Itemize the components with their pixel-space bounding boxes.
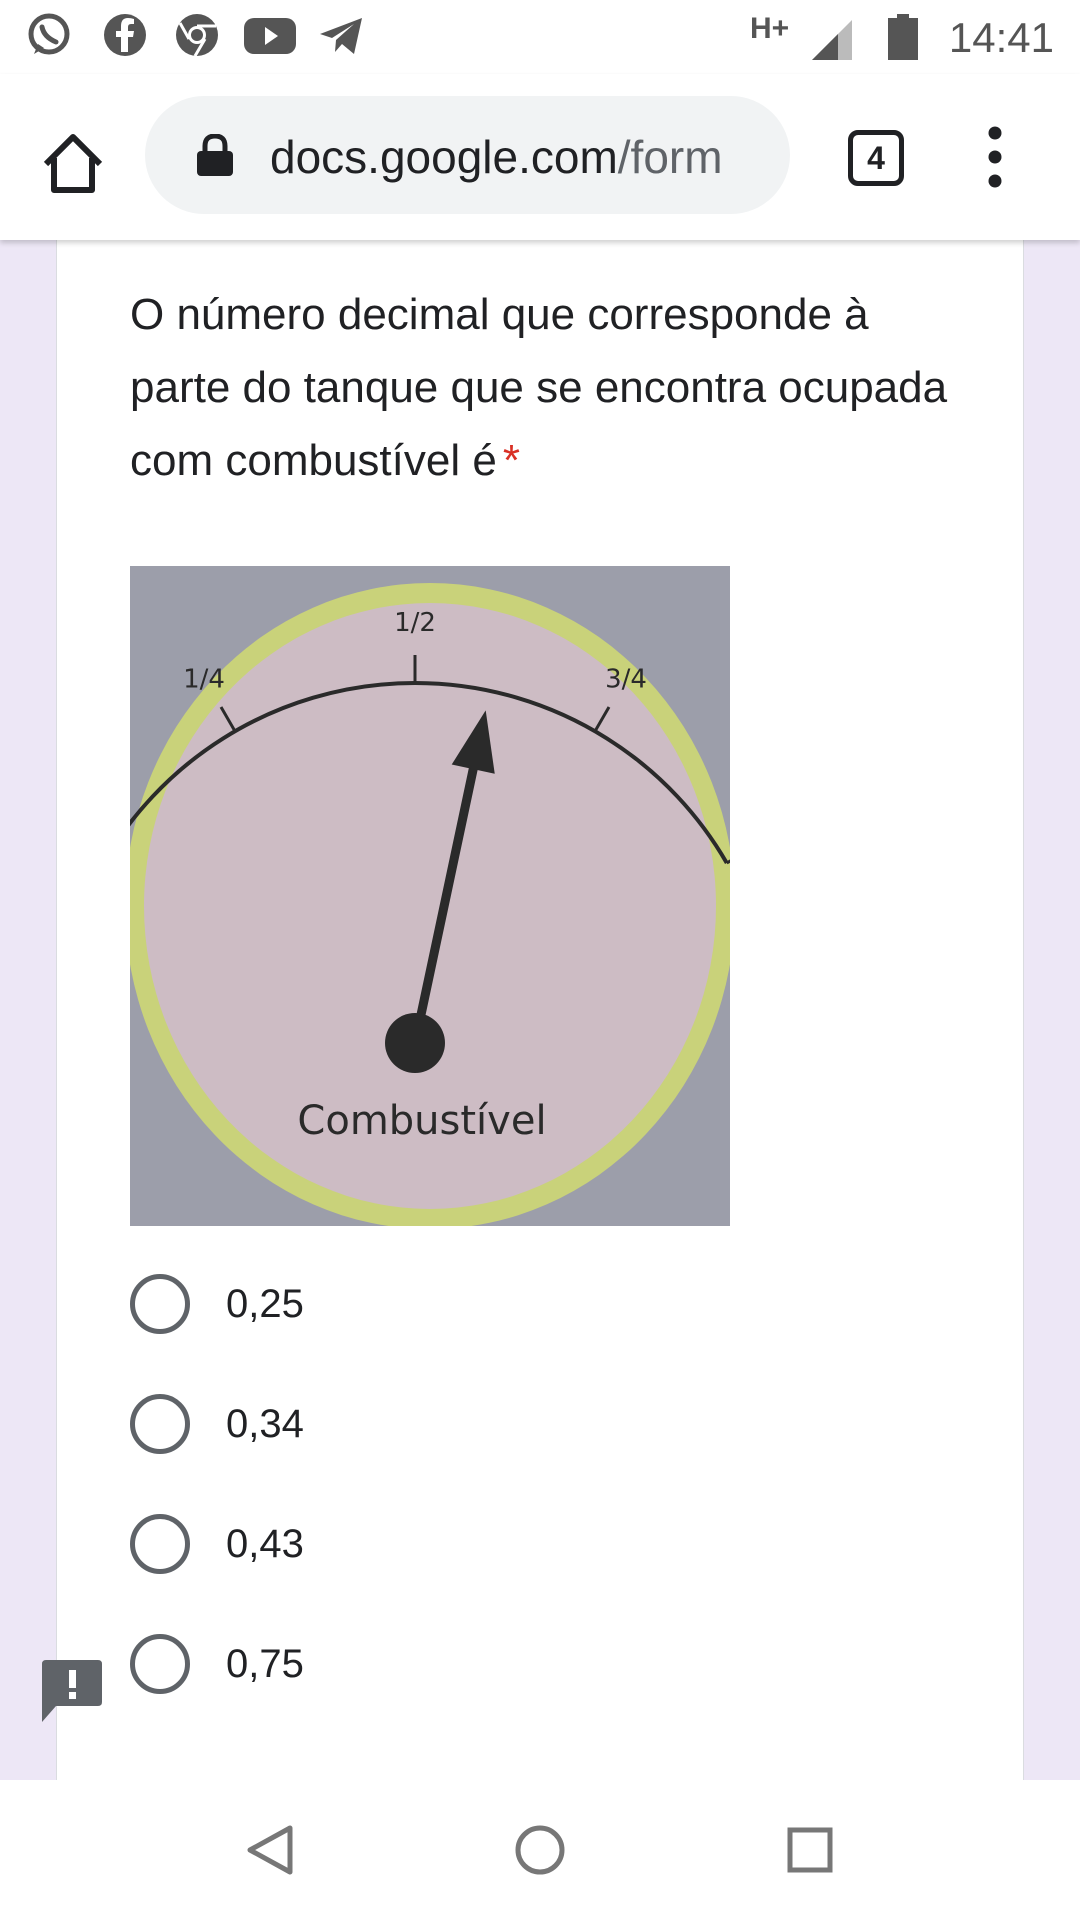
option-row[interactable]: 0,25: [130, 1268, 830, 1388]
option-label: 0,34: [226, 1402, 304, 1446]
fuel-gauge-image: 01/41/23/41 Combustível: [130, 566, 730, 1226]
more-options-icon[interactable]: [980, 124, 1010, 190]
gauge-caption: Combustível: [297, 1098, 546, 1144]
facebook-icon: [104, 14, 146, 56]
whatsapp-icon: [28, 13, 70, 55]
gauge-tick-label: 1/4: [183, 665, 225, 695]
back-icon[interactable]: [240, 1820, 300, 1880]
option-row[interactable]: 0,75: [130, 1628, 830, 1748]
option-row[interactable]: 0,34: [130, 1388, 830, 1508]
question-text: O número decimal que corresponde à parte…: [130, 290, 948, 485]
battery-icon: [888, 14, 918, 60]
home-nav-icon[interactable]: [510, 1820, 570, 1880]
radio-button[interactable]: [130, 1634, 190, 1694]
radio-button[interactable]: [130, 1394, 190, 1454]
tab-switcher-button[interactable]: 4: [848, 130, 904, 186]
fuel-gauge-drawing: 01/41/23/41 Combustível: [130, 566, 730, 1226]
url-text: docs.google.com/form: [270, 130, 770, 184]
question-title: O número decimal que corresponde à parte…: [130, 278, 970, 497]
system-nav-bar: [0, 1780, 1080, 1920]
browser-toolbar: docs.google.com/form 4: [0, 74, 1080, 240]
url-path: /form: [617, 131, 723, 183]
option-label: 0,25: [226, 1282, 304, 1326]
url-domain: docs.google.com: [270, 131, 618, 183]
home-icon[interactable]: [40, 130, 106, 196]
recents-icon[interactable]: [780, 1820, 840, 1880]
answer-options: 0,25 0,34 0,43 0,75: [130, 1268, 830, 1748]
gauge-pivot: [385, 1013, 445, 1073]
status-bar: H+ 14:41: [0, 0, 1080, 74]
lock-icon: [197, 134, 233, 176]
clock: 14:41: [948, 14, 1054, 61]
required-asterisk: *: [502, 436, 520, 485]
radio-button[interactable]: [130, 1514, 190, 1574]
report-feedback-icon[interactable]: [42, 1660, 102, 1722]
signal-icon: [812, 20, 852, 60]
address-bar[interactable]: docs.google.com/form: [145, 96, 790, 214]
option-label: 0,43: [226, 1522, 304, 1566]
telegram-icon: [320, 18, 362, 54]
gauge-tick-label: 3/4: [605, 665, 647, 695]
chrome-icon: [176, 14, 218, 57]
gauge-tick-label: 1/2: [394, 608, 436, 638]
option-label: 0,75: [226, 1642, 304, 1686]
youtube-icon: [244, 18, 296, 54]
question-card: O número decimal que corresponde à parte…: [56, 240, 1024, 1780]
option-row[interactable]: 0,43: [130, 1508, 830, 1628]
radio-button[interactable]: [130, 1274, 190, 1334]
network-type: H+: [750, 12, 790, 45]
